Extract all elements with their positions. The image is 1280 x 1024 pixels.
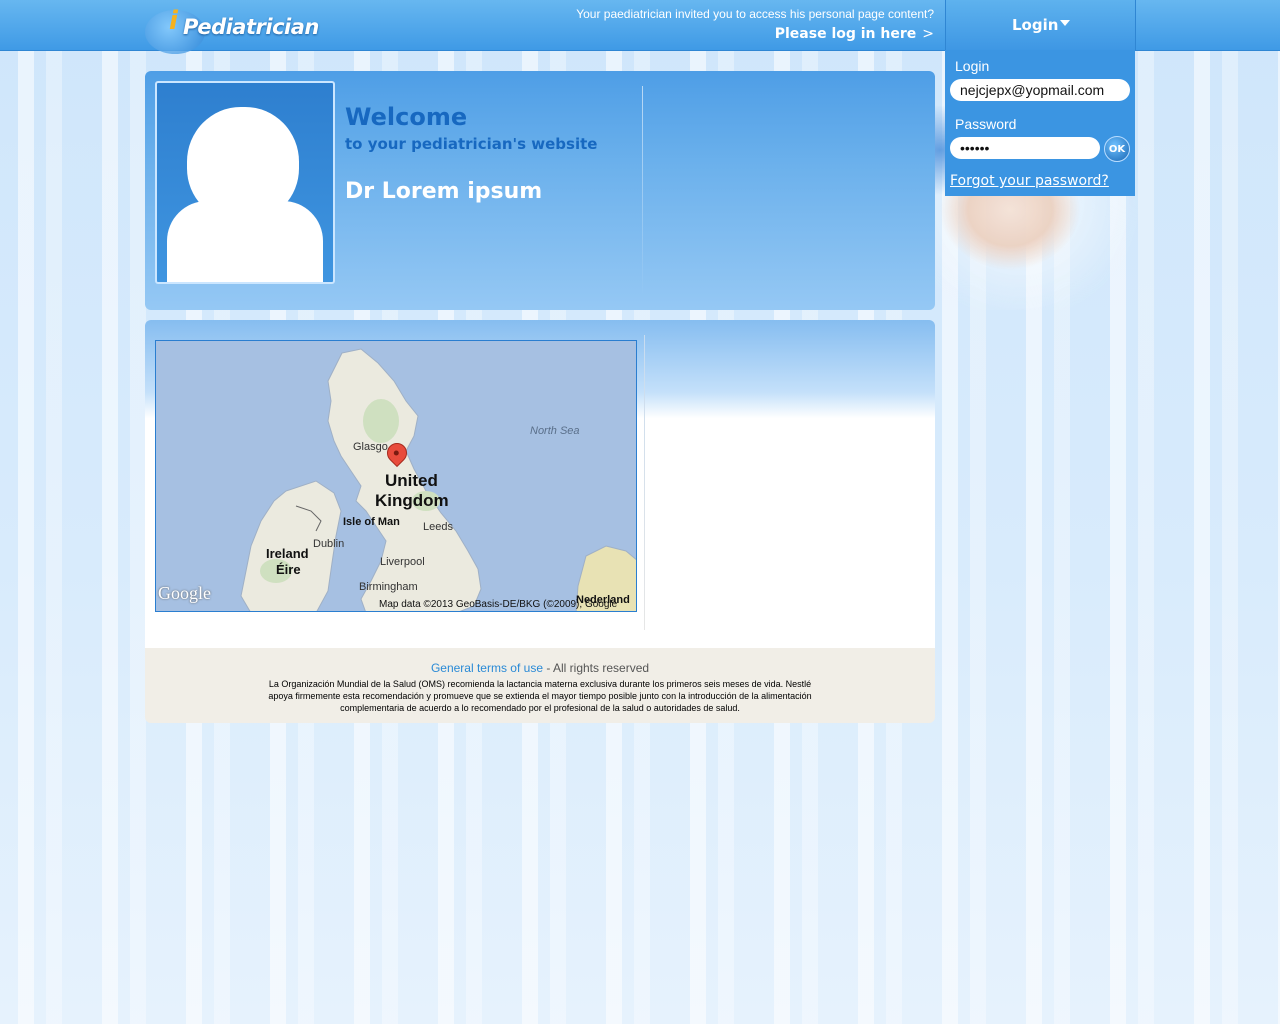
password-input[interactable] — [950, 137, 1100, 159]
footer-terms-line: General terms of use - All rights reserv… — [145, 661, 935, 675]
header-divider — [642, 86, 643, 296]
google-logo[interactable]: Google — [158, 583, 211, 604]
doctor-name: Dr Lorem ipsum — [345, 179, 543, 204]
login-here-link[interactable]: Please log in here > — [775, 26, 934, 42]
logo-text: Pediatrician — [183, 15, 319, 39]
map-attribution[interactable]: Map data ©2013 GeoBasis-DE/BKG (©2009), … — [379, 599, 617, 610]
map-label-birmingham: Birmingham — [359, 581, 418, 593]
caret-down-icon — [1060, 20, 1070, 26]
avatar-body-icon — [167, 201, 323, 282]
map-label-isle-of-man: Isle of Man — [343, 516, 400, 528]
map-label-liverpool: Liverpool — [380, 556, 425, 568]
map-label-kingdom: Kingdom — [375, 491, 449, 510]
google-map[interactable]: North Sea Glasgo United Kingdom Isle of … — [155, 340, 637, 612]
map-label-eire: Éire — [276, 562, 301, 577]
forgot-password-link[interactable]: Forgot your password? — [950, 173, 1109, 189]
password-field-label: Password — [955, 116, 1017, 132]
rights-text: - All rights reserved — [543, 661, 650, 675]
footer: General terms of use - All rights reserv… — [145, 648, 935, 723]
welcome-title: Welcome — [345, 103, 468, 131]
map-label-dublin: Dublin — [313, 538, 345, 550]
ipediatrician-logo[interactable]: i Pediatrician — [145, 4, 319, 54]
arrow-right-icon: > — [922, 26, 934, 42]
profile-header-card: Welcome to your pediatrician's website D… — [145, 71, 935, 310]
ok-button[interactable]: OK — [1104, 136, 1130, 162]
login-dropdown-tab[interactable]: Login — [945, 0, 1136, 50]
map-label-north-sea: North Sea — [530, 425, 580, 437]
login-tab-label: Login — [1012, 16, 1059, 34]
login-here-label: Please log in here — [774, 26, 917, 42]
avatar — [155, 81, 335, 284]
map-label-glasgow: Glasgo — [353, 441, 388, 453]
login-input[interactable] — [950, 79, 1130, 101]
invite-text: Your paediatrician invited you to access… — [576, 7, 934, 21]
map-divider — [644, 335, 645, 630]
map-label-ireland: Ireland — [266, 546, 309, 561]
footer-legal-text: La Organización Mundial de la Salud (OMS… — [268, 679, 812, 713]
map-card: North Sea Glasgo United Kingdom Isle of … — [145, 320, 935, 648]
login-panel: Login Password OK Forgot your password? — [945, 50, 1135, 196]
welcome-subtitle: to your pediatrician's website — [345, 135, 598, 153]
login-field-label: Login — [955, 58, 990, 74]
map-label-united: United — [385, 471, 438, 490]
map-label-leeds: Leeds — [423, 521, 453, 533]
logo-i: i — [169, 6, 178, 36]
general-terms-link[interactable]: General terms of use — [431, 661, 543, 675]
